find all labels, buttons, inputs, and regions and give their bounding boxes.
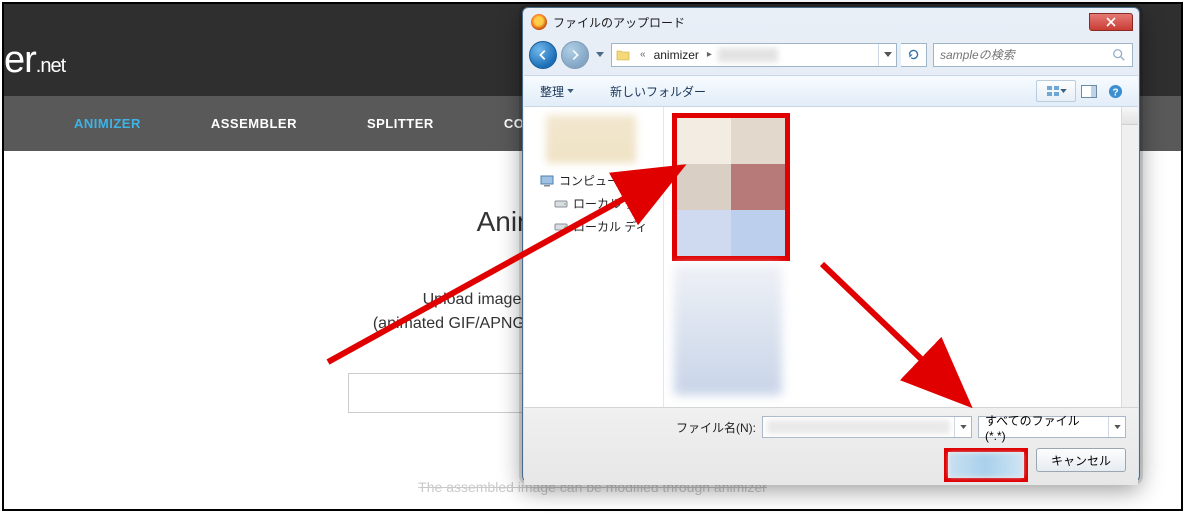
filename-label: ファイル名(N): (676, 419, 756, 436)
brand-logo: er.net (4, 25, 69, 96)
chevron-down-icon (567, 89, 574, 93)
nav-assembler[interactable]: ASSEMBLER (211, 116, 297, 131)
close-icon (1106, 17, 1116, 27)
close-button[interactable] (1089, 13, 1133, 31)
view-mode-button[interactable] (1036, 80, 1076, 102)
folder-icon (616, 48, 630, 62)
refresh-button[interactable] (901, 43, 927, 67)
tree-item-computer[interactable]: コンピューター (528, 169, 659, 192)
search-input[interactable] (940, 48, 1112, 62)
open-button[interactable] (949, 453, 1023, 477)
filetype-value: すべてのファイル (*.*) (979, 412, 1108, 443)
drive-icon (554, 221, 568, 233)
breadcrumb-segment-blurred (718, 48, 778, 62)
chevron-down-icon (960, 425, 967, 429)
address-breadcrumb[interactable]: « animizer ▸ (611, 43, 897, 67)
dialog-title: ファイルのアップロード (553, 14, 1089, 31)
tree-item-blurred (546, 115, 636, 163)
file-upload-dialog: ファイルのアップロード « animizer ▸ (522, 7, 1140, 482)
cancel-button[interactable]: キャンセル (1036, 448, 1126, 472)
filename-value-blurred (767, 420, 950, 434)
highlight-selected-file (672, 113, 790, 261)
preview-pane-icon (1081, 85, 1097, 98)
file-thumbnail-selected[interactable] (677, 118, 785, 256)
nav-animizer[interactable]: ANIMIZER (74, 116, 141, 131)
file-thumbnails-area[interactable] (664, 107, 1138, 407)
tree-item-localdisk[interactable]: ローカル ディ (528, 192, 659, 215)
organize-menu[interactable]: 整理 (534, 80, 580, 103)
help-icon: ? (1108, 84, 1123, 99)
firefox-icon (531, 14, 547, 30)
highlight-open-button (944, 448, 1028, 482)
filename-combo[interactable] (762, 416, 972, 438)
file-path-input[interactable] (348, 373, 543, 413)
nav-forward-button[interactable] (561, 41, 589, 69)
address-dropdown[interactable] (878, 44, 896, 66)
search-box[interactable] (933, 43, 1133, 67)
breadcrumb-chevron[interactable]: ▸ (701, 49, 718, 60)
new-folder-button[interactable]: 新しいフォルダー (604, 80, 712, 103)
filetype-combo[interactable]: すべてのファイル (*.*) (978, 416, 1126, 438)
folder-tree[interactable]: コンピューター ローカル ディ ローカル ディ (524, 107, 664, 407)
nav-history-dropdown[interactable] (593, 45, 607, 65)
refresh-icon (907, 48, 920, 61)
nav-back-button[interactable] (529, 41, 557, 69)
preview-pane-button[interactable] (1076, 80, 1102, 102)
scrollbar[interactable] (1121, 107, 1138, 407)
arrow-right-icon (568, 48, 582, 62)
filename-dropdown[interactable] (954, 417, 971, 437)
computer-icon (540, 175, 554, 187)
svg-text:?: ? (1112, 87, 1118, 98)
help-button[interactable]: ? (1102, 80, 1128, 102)
breadcrumb-laquo: « (634, 49, 652, 60)
chevron-down-icon (1060, 89, 1067, 93)
dialog-toolbar: 整理 新しいフォルダー ? (524, 75, 1138, 107)
drive-icon (554, 198, 568, 210)
chevron-down-icon (596, 52, 604, 57)
nav-splitter[interactable]: SPLITTER (367, 116, 434, 131)
arrow-left-icon (536, 48, 550, 62)
chevron-down-icon (884, 52, 892, 57)
file-thumbnail[interactable] (674, 265, 782, 395)
breadcrumb-segment[interactable]: animizer (652, 48, 701, 62)
chevron-down-icon (1114, 425, 1121, 429)
tree-item-localdisk[interactable]: ローカル ディ (528, 215, 659, 238)
filetype-dropdown[interactable] (1108, 417, 1125, 437)
search-icon (1112, 48, 1126, 62)
thumbnails-icon (1046, 85, 1060, 97)
